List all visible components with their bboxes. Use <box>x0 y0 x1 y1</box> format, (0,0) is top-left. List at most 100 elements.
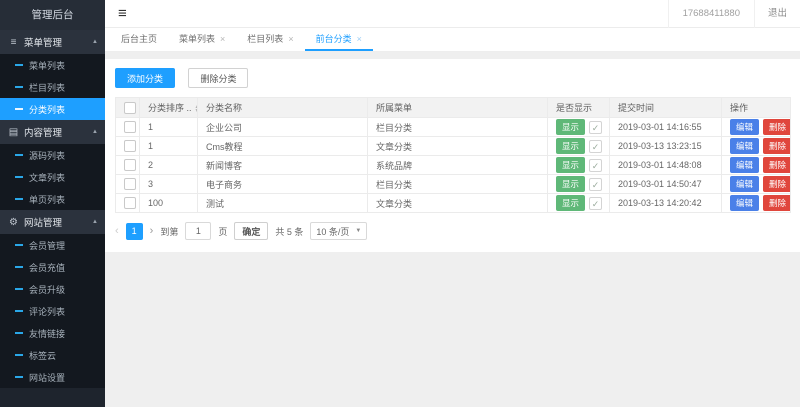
delete-button[interactable]: 删除 <box>763 157 790 173</box>
row-checkbox[interactable] <box>124 197 136 209</box>
total-count-label: 共 5 条 <box>275 226 304 237</box>
confirm-page-button[interactable]: 确定 <box>234 222 269 240</box>
table-row: 2 新闻博客 系统品牌 显示 ✓ 2019-03-01 14:48:08 编辑 删除 <box>115 155 791 175</box>
tab-column-list[interactable]: 栏目列表 × <box>236 28 304 51</box>
name-cell: Cms教程 <box>197 136 368 156</box>
sidebar-item-comment-list[interactable]: 评论列表 <box>0 300 105 322</box>
edit-button[interactable]: 编辑 <box>730 176 760 192</box>
show-badge[interactable]: 显示 <box>556 157 586 173</box>
column-header-time: 提交时间 <box>609 97 722 118</box>
time-cell: 2019-03-01 14:16:55 <box>609 117 722 137</box>
column-header-order: 分类排序 .. <box>148 103 192 113</box>
edit-button[interactable]: 编辑 <box>730 119 760 135</box>
show-badge[interactable]: 显示 <box>556 138 586 154</box>
sidebar-item-label: 会员升级 <box>29 284 66 295</box>
edit-button[interactable]: 编辑 <box>730 157 760 173</box>
table-row: 3 电子商务 栏目分类 显示 ✓ 2019-03-01 14:50:47 编辑 删除 <box>115 174 791 194</box>
select-all-checkbox[interactable] <box>124 101 136 114</box>
sidebar-item-menu-list[interactable]: 菜单列表 <box>0 54 105 76</box>
sidebar-item-label: 评论列表 <box>29 306 66 317</box>
dash-icon <box>15 354 23 356</box>
add-category-button[interactable]: 添加分类 <box>115 68 176 88</box>
tab-label: 菜单列表 <box>179 34 216 44</box>
sidebar-item-site-settings[interactable]: 网站设置 <box>0 366 105 388</box>
sidebar-group-menu[interactable]: ≡ 菜单管理 ▲ <box>0 30 105 54</box>
close-icon[interactable]: × <box>288 34 293 44</box>
show-checkbox[interactable]: ✓ <box>589 196 603 210</box>
tab-label: 前台分类 <box>315 34 352 44</box>
delete-button[interactable]: 删除 <box>763 195 790 211</box>
time-cell: 2019-03-13 14:20:42 <box>609 193 722 213</box>
sidebar-item-tag-cloud[interactable]: 标签云 <box>0 344 105 366</box>
dash-icon <box>15 154 23 156</box>
sidebar-item-label: 友情链接 <box>29 328 66 339</box>
sidebar-item-article-list[interactable]: 文章列表 <box>0 166 105 188</box>
table-row: 100 测试 文章分类 显示 ✓ 2019-03-13 14:20:42 编辑 删除 <box>115 193 791 213</box>
logout-button[interactable]: 退出 <box>753 0 800 28</box>
hamburger-icon[interactable]: ≡ <box>105 5 140 22</box>
sidebar-group-content[interactable]: ▤ 内容管理 ▲ <box>0 120 105 144</box>
table-row: 1 企业公司 栏目分类 显示 ✓ 2019-03-01 14:16:55 编辑 删除 <box>115 117 791 137</box>
order-cell: 1 <box>139 117 198 137</box>
delete-button[interactable]: 删除 <box>763 138 790 154</box>
show-badge[interactable]: 显示 <box>556 176 586 192</box>
app-root: 管理后台 ≡ 菜单管理 ▲ 菜单列表 栏目列表 分类列表 ▤ 内容管理 ▲ 源码… <box>0 0 800 407</box>
show-badge[interactable]: 显示 <box>556 119 586 135</box>
tab-home[interactable]: 后台主页 <box>110 28 168 51</box>
delete-button[interactable]: 删除 <box>763 119 790 135</box>
collapse-arrow-icon: ▲ <box>92 219 98 225</box>
row-checkbox[interactable] <box>124 121 136 133</box>
prev-page-icon[interactable]: ‹ <box>115 225 119 237</box>
sidebar-item-friend-links[interactable]: 友情链接 <box>0 322 105 344</box>
content-icon: ▤ <box>8 126 19 138</box>
sidebar-item-column-list[interactable]: 栏目列表 <box>0 76 105 98</box>
name-cell: 新闻博客 <box>197 155 368 175</box>
sidebar: 管理后台 ≡ 菜单管理 ▲ 菜单列表 栏目列表 分类列表 ▤ 内容管理 ▲ 源码… <box>0 0 105 407</box>
show-checkbox[interactable]: ✓ <box>589 120 603 134</box>
column-header-actions: 操作 <box>721 97 791 118</box>
show-checkbox[interactable]: ✓ <box>589 158 603 172</box>
row-checkbox[interactable] <box>124 140 136 152</box>
dash-icon <box>15 108 23 110</box>
current-page-button[interactable]: 1 <box>125 222 143 240</box>
sidebar-item-label: 源码列表 <box>29 150 66 161</box>
goto-page-input[interactable] <box>185 222 212 240</box>
show-checkbox[interactable]: ✓ <box>589 139 603 153</box>
tab-menu-list[interactable]: 菜单列表 × <box>168 28 236 51</box>
table-header-row: 分类排序 ..▲▼ 分类名称 所属菜单 是否显示 提交时间 操作 <box>115 97 791 118</box>
sidebar-item-label: 网站设置 <box>29 372 66 383</box>
sidebar-filler <box>0 388 105 407</box>
sidebar-item-member-manage[interactable]: 会员管理 <box>0 234 105 256</box>
sidebar-group-site[interactable]: ⚙ 网站管理 ▲ <box>0 210 105 234</box>
show-badge[interactable]: 显示 <box>556 195 586 211</box>
tab-front-category[interactable]: 前台分类 × <box>304 28 373 51</box>
delete-category-button[interactable]: 删除分类 <box>188 68 249 88</box>
page-size-select[interactable]: 10 条/页 ▼ <box>310 222 368 240</box>
sidebar-item-source-list[interactable]: 源码列表 <box>0 144 105 166</box>
app-title: 管理后台 <box>0 0 105 30</box>
row-checkbox[interactable] <box>124 159 136 171</box>
close-icon[interactable]: × <box>357 34 362 44</box>
dash-icon <box>15 64 23 66</box>
page-size-label: 10 条/页 <box>316 226 350 237</box>
username[interactable]: 17688411880 <box>667 0 754 28</box>
sidebar-item-member-upgrade[interactable]: 会员升级 <box>0 278 105 300</box>
sidebar-item-category-list[interactable]: 分类列表 <box>0 98 105 120</box>
collapse-arrow-icon: ▲ <box>92 39 98 45</box>
sidebar-item-page-list[interactable]: 单页列表 <box>0 188 105 210</box>
edit-button[interactable]: 编辑 <box>730 195 760 211</box>
order-cell: 1 <box>139 136 198 156</box>
delete-button[interactable]: 删除 <box>763 176 790 192</box>
next-page-icon[interactable]: › <box>150 225 154 237</box>
column-header-name: 分类名称 <box>197 97 368 118</box>
close-icon[interactable]: × <box>220 34 225 44</box>
sidebar-item-label: 标签云 <box>29 350 57 361</box>
edit-button[interactable]: 编辑 <box>730 138 760 154</box>
top-header: ≡ 17688411880 退出 <box>105 0 800 28</box>
show-checkbox[interactable]: ✓ <box>589 177 603 191</box>
category-card: 添加分类 删除分类 分类排序 ..▲▼ 分类名称 <box>105 59 800 252</box>
sidebar-item-member-recharge[interactable]: 会员充值 <box>0 256 105 278</box>
row-checkbox[interactable] <box>124 178 136 190</box>
nav-group-content: ▤ 内容管理 ▲ 源码列表 文章列表 单页列表 <box>0 120 105 210</box>
pagination: ‹ 1 › 到第 页 确定 共 5 条 10 条/页 ▼ <box>115 222 790 240</box>
